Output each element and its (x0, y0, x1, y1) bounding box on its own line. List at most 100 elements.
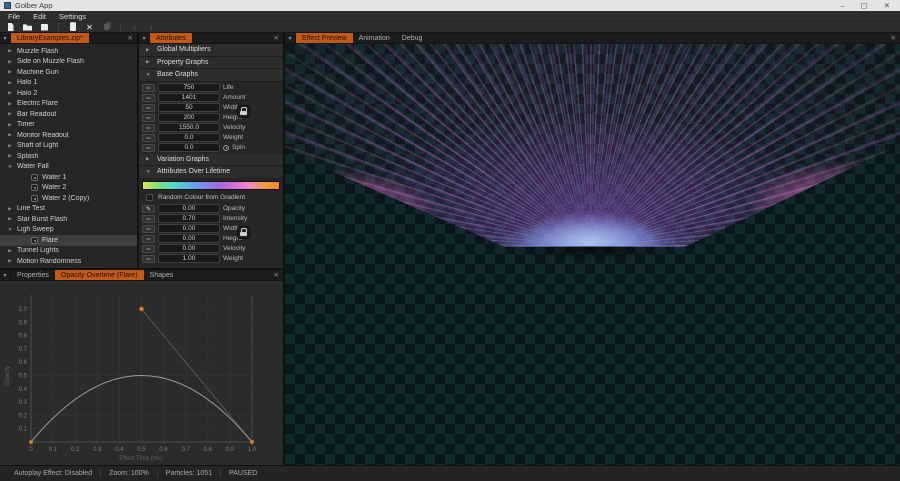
tree-item-shaft-of-light[interactable]: ▶ Shaft of Light (0, 141, 137, 152)
value-field-weight[interactable]: 0.0 (158, 133, 220, 142)
tree-item-flare[interactable]: Flare (0, 235, 137, 246)
tree-item-bar-readout[interactable]: ▶ Bar Readout (0, 109, 137, 120)
svg-text:0.2: 0.2 (19, 413, 28, 419)
close-icon[interactable]: ✕ (887, 33, 900, 43)
statusbar: Autoplay Effect: Disabled Zoom: 100% Parti… (0, 465, 900, 481)
value-field-spin[interactable]: 0.0 (158, 143, 220, 152)
collapsed-icon: ▶ (8, 132, 12, 138)
curve-editor-canvas[interactable]: 0 0.1 0.2 0.3 0.4 0.5 0.6 0.7 0.8 0.9 1.0 0.1 0.2 0.3… (0, 281, 283, 465)
tree-item-halo-1[interactable]: ▶ Halo 1 (0, 78, 137, 89)
pencil-icon[interactable]: ✎ (142, 204, 155, 213)
tree-item-tunnel-lights[interactable]: ▶ Tunnel Lights (0, 246, 137, 257)
open-file-icon[interactable] (22, 22, 33, 33)
graph-options-icon[interactable]: ••• (142, 254, 155, 263)
close-icon[interactable]: ✕ (124, 33, 137, 43)
graph-options-icon[interactable]: ••• (142, 143, 155, 152)
graph-options-icon[interactable]: ••• (142, 133, 155, 142)
delete-icon[interactable] (84, 22, 95, 33)
value-field-velocity[interactable]: 1550.0 (158, 123, 220, 132)
control-point[interactable] (250, 440, 254, 444)
close-button[interactable]: ✕ (884, 0, 890, 11)
tab-attributes[interactable]: Attributes (150, 33, 192, 43)
tab-libraryexamples-zip[interactable]: LibraryExamples.zip* (11, 33, 89, 43)
close-icon[interactable]: ✕ (270, 33, 283, 43)
tree-item-water-2[interactable]: Water 2 (0, 183, 137, 194)
section-attributes-over-lifetime[interactable]: ▼ Attributes Over Lifetime (139, 166, 283, 179)
lock-icon[interactable] (237, 225, 250, 239)
graph-options-icon[interactable]: ••• (142, 123, 155, 132)
random-colour-checkbox[interactable] (146, 193, 153, 201)
tree-item-electric-flare[interactable]: ▶ Electric Flare (0, 99, 137, 110)
panel-menu-icon[interactable] (285, 33, 296, 43)
value-field-velocity[interactable]: 0.00 (158, 244, 220, 253)
paste-icon[interactable] (67, 22, 78, 33)
close-icon[interactable]: ✕ (270, 270, 283, 280)
tree-item-star-burst-flash[interactable]: ▶ Star Burst Flash (0, 214, 137, 225)
section-variation-graphs[interactable]: ▶ Variation Graphs (139, 153, 283, 166)
tree-item-splash[interactable]: ▶ Splash (0, 151, 137, 162)
tab-shapes[interactable]: Shapes (144, 270, 180, 280)
section-base-graphs[interactable]: ▼ Base Graphs (139, 69, 283, 82)
section-property-graphs[interactable]: ▶ Property Graphs (139, 56, 283, 69)
graph-options-icon[interactable]: ••• (142, 224, 155, 233)
window-title: Golber App (15, 1, 53, 10)
lock-icon[interactable] (237, 104, 250, 118)
tree-item-machine-gun[interactable]: ▶ Machine Gun (0, 67, 137, 78)
new-file-icon[interactable] (5, 22, 16, 33)
graph-options-icon[interactable]: ••• (142, 244, 155, 253)
tree-item-side-on-muzzle-flash[interactable]: ▶ Side on Muzzle Flash (0, 57, 137, 68)
curve-editor[interactable]: 0 0.1 0.2 0.3 0.4 0.5 0.6 0.7 0.8 0.9 1.0 0.1 0.2 0.3… (0, 281, 283, 465)
tree-item-line-test[interactable]: ▶ Line Test (0, 204, 137, 215)
value-field-height[interactable]: 0.00 (158, 234, 220, 243)
tree-item-water-2-copy[interactable]: Water 2 (Copy) (0, 193, 137, 204)
graph-options-icon[interactable]: ••• (142, 83, 155, 92)
graph-options-icon[interactable]: ••• (142, 113, 155, 122)
colour-gradient-bar[interactable] (142, 180, 280, 190)
tab-properties[interactable]: Properties (11, 270, 55, 280)
value-field-intensity[interactable]: 0.70 (158, 214, 220, 223)
menu-edit[interactable]: Edit (33, 12, 46, 21)
graph-options-icon[interactable]: ••• (142, 93, 155, 102)
maximize-button[interactable]: ▢ (861, 0, 868, 11)
tree-item-water-1[interactable]: Water 1 (0, 172, 137, 183)
menu-file[interactable]: File (8, 12, 20, 21)
svg-text:0.9: 0.9 (226, 447, 235, 453)
app-icon (4, 2, 11, 9)
save-file-icon[interactable] (39, 22, 50, 33)
value-field-width[interactable]: 50 (158, 103, 220, 112)
section-global-multipliers[interactable]: ▶ Global Multipliers (139, 44, 283, 57)
tree-item-ligh-sweep[interactable]: ▼ Ligh Sweep (0, 225, 137, 236)
graph-options-icon[interactable]: ••• (142, 234, 155, 243)
toolbar-separator (58, 23, 59, 31)
graph-options-icon[interactable]: ••• (142, 214, 155, 223)
preview-viewport[interactable] (285, 44, 900, 465)
tree-item-monitor-readout[interactable]: ▶ Monitor Readout (0, 130, 137, 141)
tree-item-halo-2[interactable]: ▶ Halo 2 (0, 88, 137, 99)
value-field-width[interactable]: 0.00 (158, 224, 220, 233)
control-point[interactable] (29, 440, 33, 444)
value-field-amount[interactable]: 1401 (158, 93, 220, 102)
value-field-life[interactable]: 750 (158, 83, 220, 92)
tree-item-timer[interactable]: ▶ Timer (0, 120, 137, 131)
clock-icon (223, 144, 229, 151)
svg-text:0.6: 0.6 (19, 360, 28, 366)
tab-debug[interactable]: Debug (396, 33, 429, 43)
value-field-weight[interactable]: 1.00 (158, 254, 220, 263)
panel-menu-icon[interactable] (0, 33, 11, 43)
panel-menu-icon[interactable] (139, 33, 150, 43)
panel-menu-icon[interactable] (0, 270, 11, 280)
value-field-height[interactable]: 200 (158, 113, 220, 122)
tree-item-muzzle-flash[interactable]: ▶ Muzzle Flash (0, 46, 137, 57)
tree-item-water-fall[interactable]: ▼ Water Fall (0, 162, 137, 173)
control-point[interactable] (138, 306, 145, 312)
graph-options-icon[interactable]: ••• (142, 103, 155, 112)
minimize-button[interactable]: – (840, 0, 844, 11)
tree-item-motion-randomness[interactable]: ▶ Motion Randomness (0, 256, 137, 267)
move-up-icon (129, 22, 140, 33)
tab-opacity-overtime-flare[interactable]: Opacity Overtime (Flare) (54, 270, 144, 280)
menu-settings[interactable]: Settings (59, 12, 86, 21)
tab-effect-preview[interactable]: Effect Preview (296, 33, 353, 43)
library-tabbar: LibraryExamples.zip* ✕ (0, 33, 137, 44)
tab-animation[interactable]: Animation (353, 33, 396, 43)
value-field-opacity[interactable]: 0.00 (158, 204, 220, 213)
